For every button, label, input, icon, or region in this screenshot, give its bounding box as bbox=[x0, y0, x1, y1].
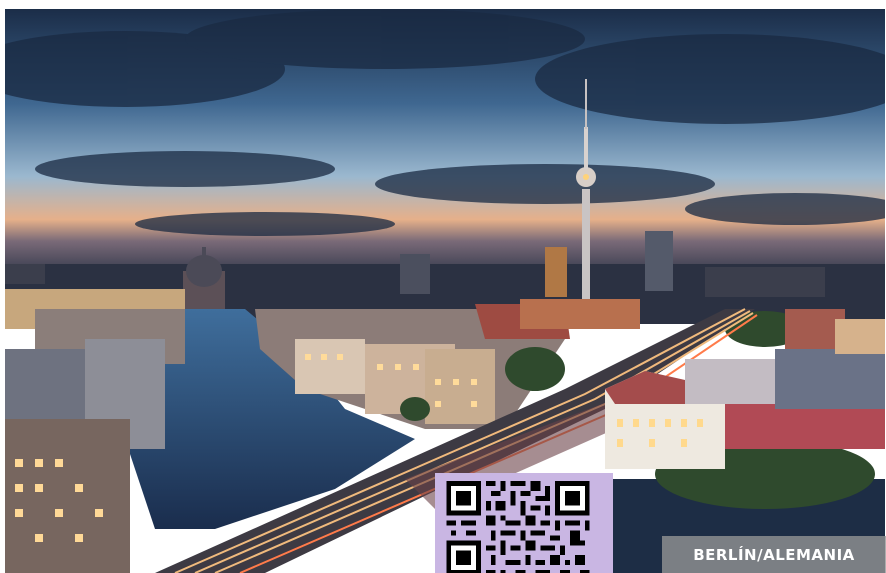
left-buildings bbox=[5, 289, 185, 573]
location-caption-text: BERLÍN/ALEMANIA bbox=[693, 545, 855, 564]
qr-code-icon[interactable] bbox=[445, 481, 591, 573]
qr-code-panel[interactable] bbox=[435, 473, 613, 573]
location-caption: BERLÍN/ALEMANIA bbox=[662, 536, 886, 573]
